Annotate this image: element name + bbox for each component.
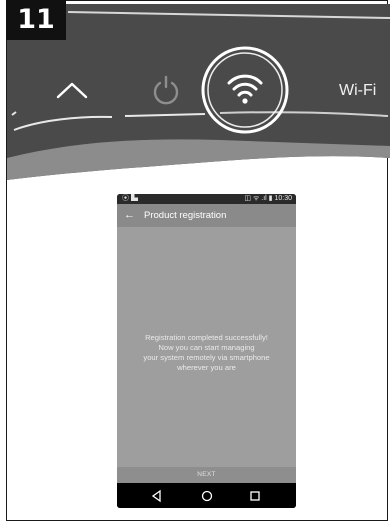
message-line-2: Now you can start managing bbox=[158, 343, 255, 352]
status-bar: ⦿ ▙ ◫ ᯤ .ıl ▮ 10:30 bbox=[117, 194, 296, 204]
next-button[interactable]: NEXT bbox=[117, 467, 296, 483]
back-triangle-icon[interactable] bbox=[149, 488, 165, 504]
android-nav-bar bbox=[117, 483, 296, 508]
message-line-4: wherever you are bbox=[177, 363, 236, 372]
step-number: 11 bbox=[6, 0, 66, 40]
success-message: Registration completed successfully! Now… bbox=[117, 333, 296, 373]
status-right-icons: ◫ ᯤ .ıl ▮ 10:30 bbox=[244, 195, 292, 202]
smartphone-screen: ⦿ ▙ ◫ ᯤ .ıl ▮ 10:30 ← Product registrati… bbox=[117, 194, 296, 508]
back-arrow-icon[interactable]: ← bbox=[124, 204, 135, 227]
home-circle-icon[interactable] bbox=[199, 488, 215, 504]
content-area: Registration completed successfully! Now… bbox=[117, 227, 296, 467]
wifi-label: Wi-Fi bbox=[339, 82, 376, 99]
status-left-icons: ⦿ ▙ bbox=[122, 195, 138, 202]
message-line-1: Registration completed successfully! bbox=[145, 333, 268, 342]
message-line-3: your system remotely via smartphone bbox=[143, 353, 270, 362]
recents-square-icon[interactable] bbox=[247, 488, 263, 504]
app-bar-title: Product registration bbox=[144, 210, 227, 221]
app-bar: ← Product registration bbox=[117, 204, 296, 227]
